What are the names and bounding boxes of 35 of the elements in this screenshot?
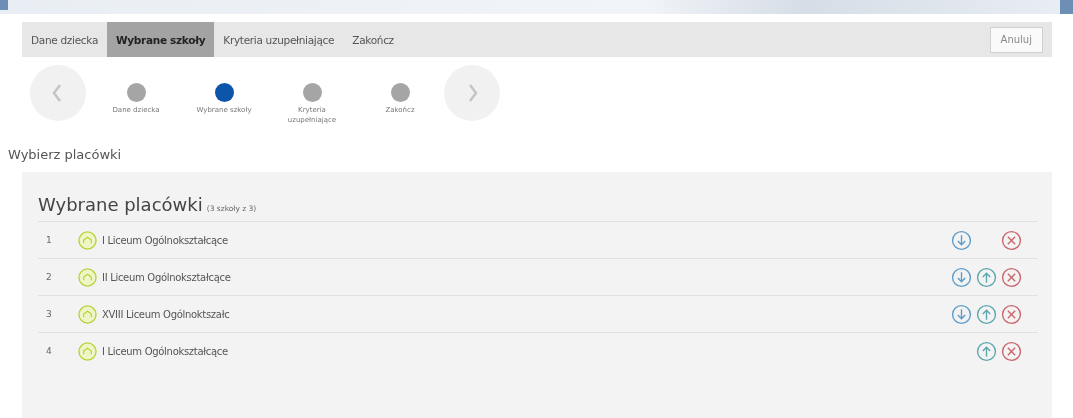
cancel-button[interactable]: Anuluj <box>989 26 1043 53</box>
move-down-icon[interactable] <box>951 229 972 251</box>
remove-icon[interactable] <box>1001 229 1022 251</box>
tab[interactable]: Zakończ <box>343 22 403 57</box>
school-name: I Liceum Ogólnokształcące <box>102 234 228 246</box>
move-up-icon[interactable] <box>976 266 997 288</box>
school-icon <box>78 304 97 324</box>
step-dot[interactable] <box>214 83 234 102</box>
corner-marker <box>1060 0 1073 14</box>
school-icon <box>78 230 97 250</box>
school-icon <box>78 267 97 287</box>
corner-marker <box>0 0 8 10</box>
school-name: I Liceum Ogólnokształcące <box>102 345 228 357</box>
step-dot[interactable] <box>390 83 410 102</box>
row-number: 2 <box>46 272 53 282</box>
school-name: XVIII Liceum Ogólnoktszałc <box>102 308 230 320</box>
remove-icon[interactable] <box>1001 303 1022 325</box>
tab[interactable]: Dane dziecka <box>22 22 108 57</box>
move-up-icon[interactable] <box>976 303 997 325</box>
move-down-icon[interactable] <box>951 266 972 288</box>
tab[interactable]: Wybrane szkoły <box>107 22 215 57</box>
section-title: Wybierz placówki <box>8 147 123 162</box>
school-icon <box>78 341 97 361</box>
tab[interactable]: Kryteria uzupełniające <box>214 22 344 57</box>
panel-title: Wybrane placówki <box>38 194 203 215</box>
row-number: 3 <box>46 309 53 319</box>
move-up-icon[interactable] <box>976 340 997 362</box>
row-number: 4 <box>46 346 53 356</box>
move-down-icon[interactable] <box>951 303 972 325</box>
remove-icon[interactable] <box>1001 340 1022 362</box>
step-dot[interactable] <box>302 83 322 102</box>
school-name: II Liceum Ogólnokształcące <box>102 271 231 283</box>
remove-icon[interactable] <box>1001 266 1022 288</box>
step-dot[interactable] <box>126 83 146 102</box>
row-number: 1 <box>46 235 53 245</box>
